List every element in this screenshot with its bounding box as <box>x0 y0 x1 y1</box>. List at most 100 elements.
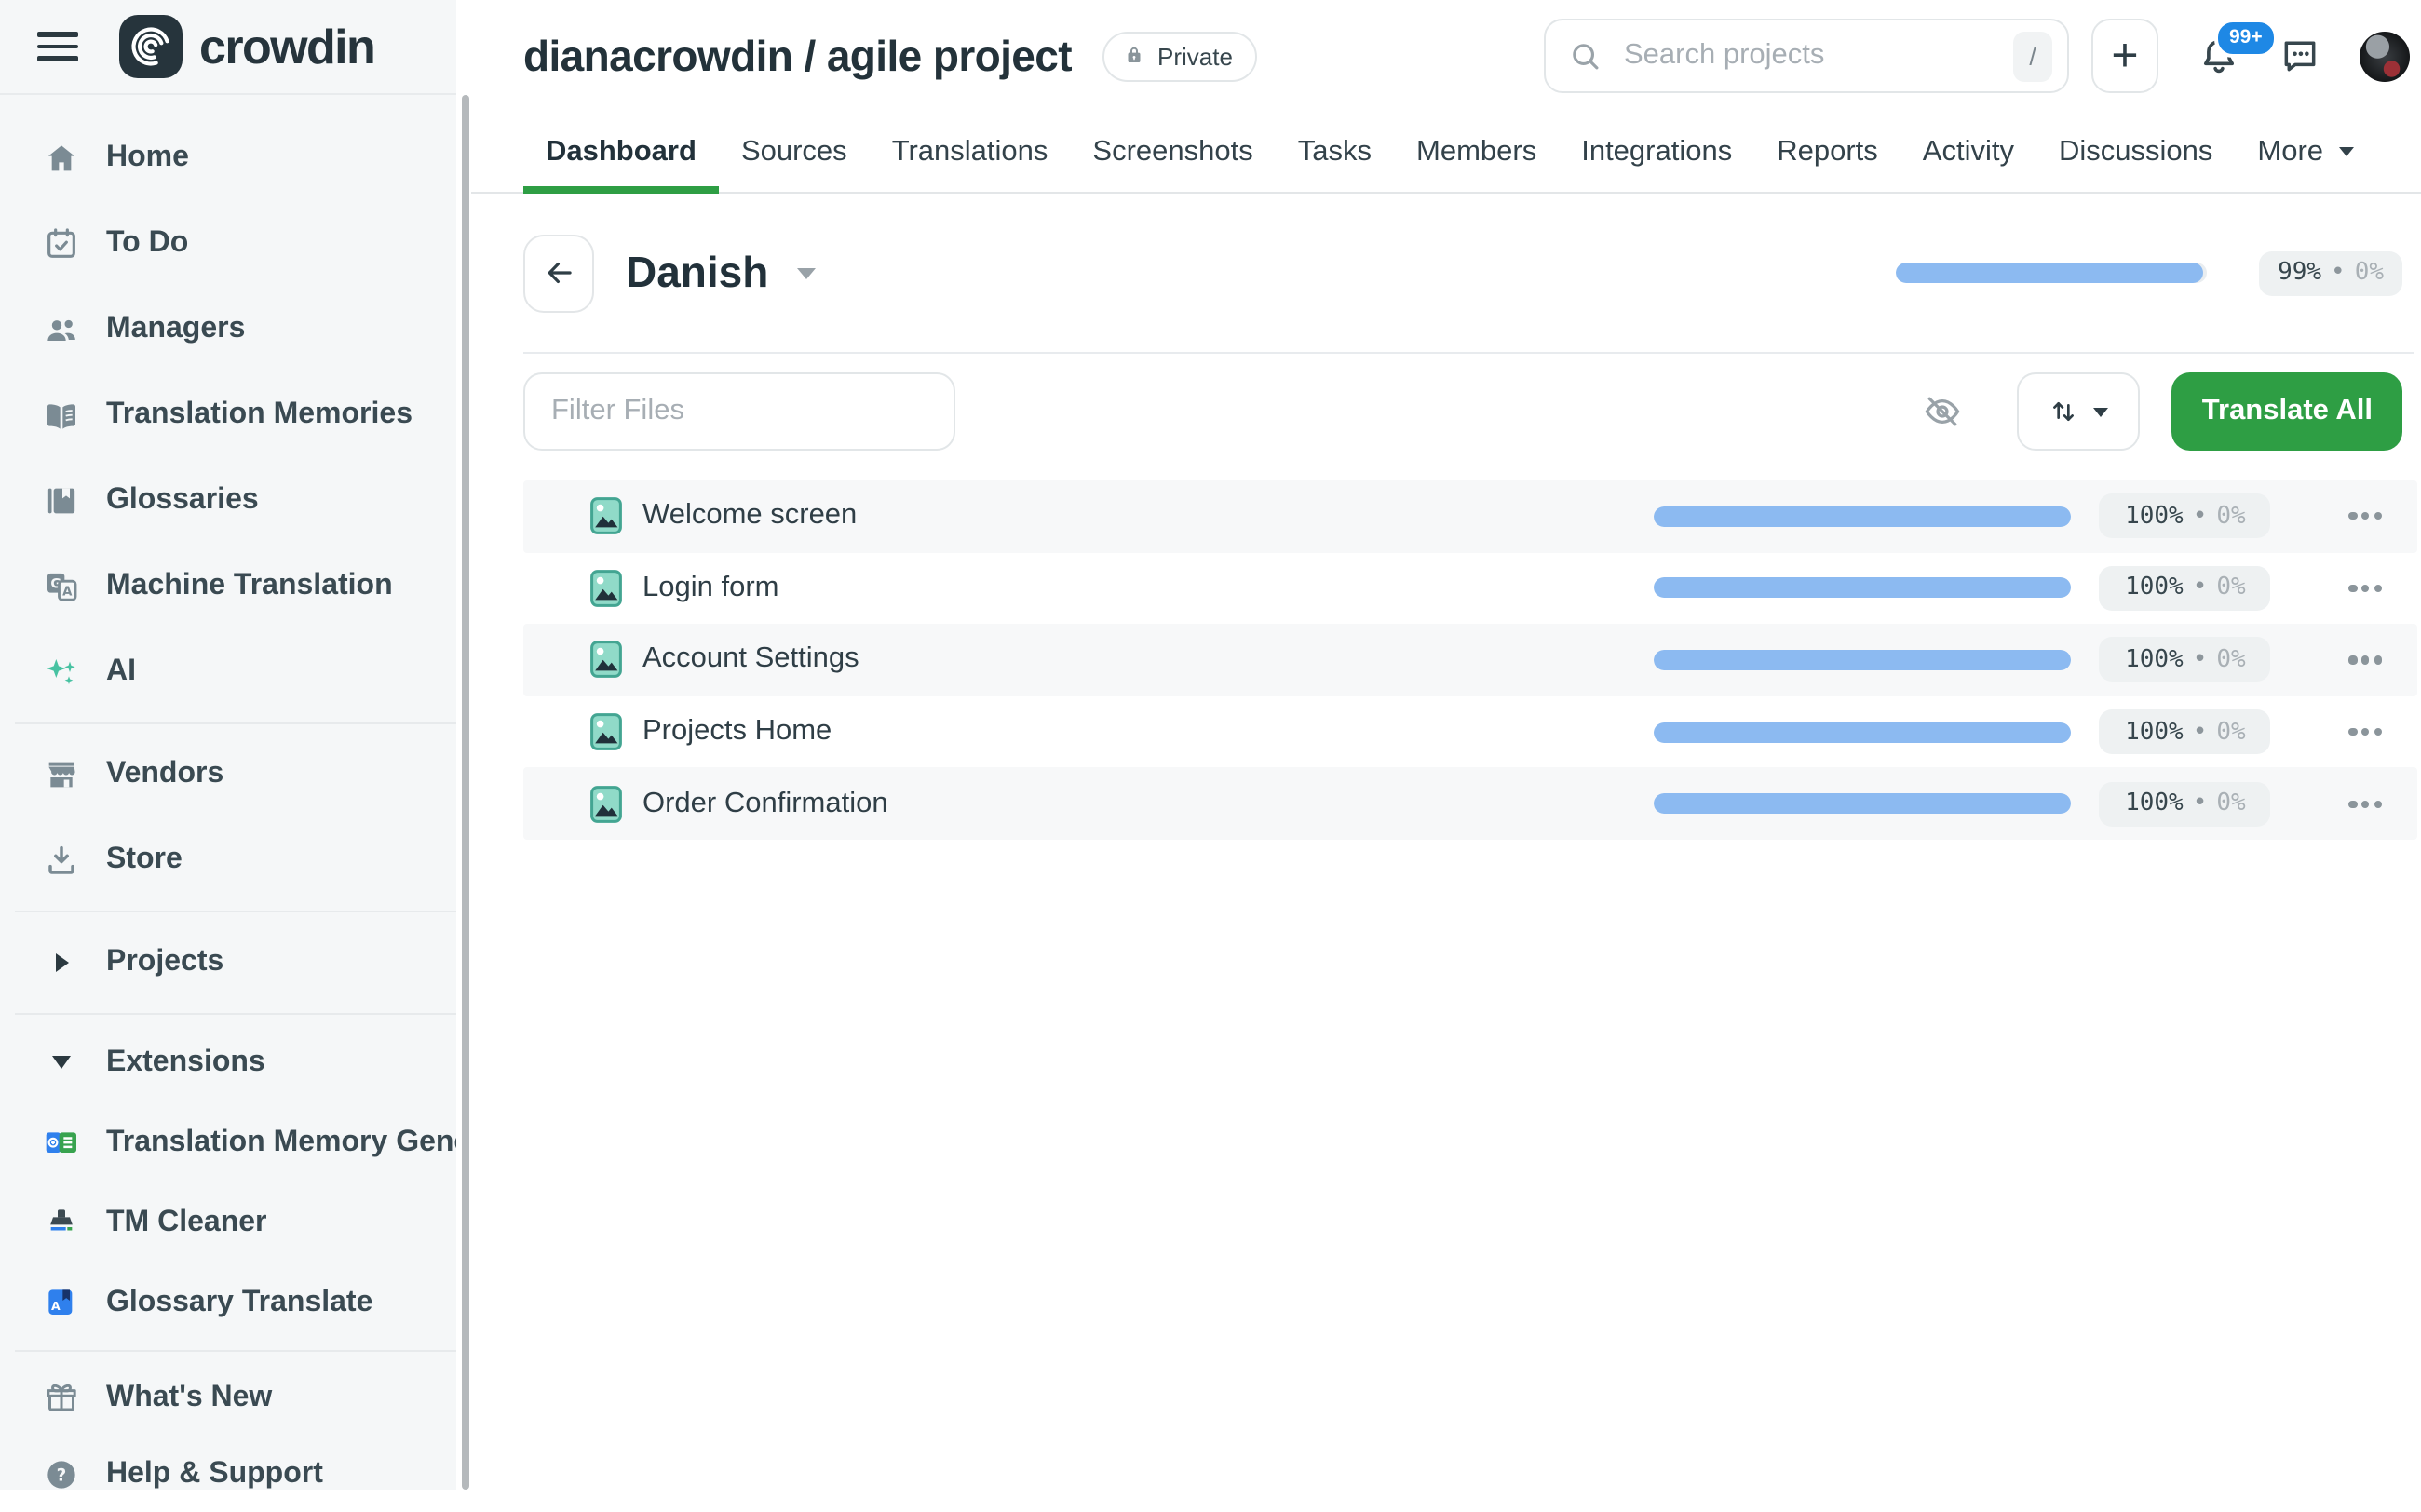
separator-dot: • <box>2193 790 2208 817</box>
sidebar-item-translation-memories[interactable]: Translation Memories <box>0 372 471 458</box>
tab-screenshots[interactable]: Screenshots <box>1070 112 1275 192</box>
file-row-order-confirmation[interactable]: Order Confirmation 100%•0% <box>523 768 2417 840</box>
crowdin-app: crowdin Home To Do Managers Translation … <box>0 0 2421 1490</box>
search-input[interactable] <box>1620 37 2013 74</box>
file-menu-button[interactable] <box>2349 721 2382 743</box>
tab-sources[interactable]: Sources <box>719 112 870 192</box>
tab-translations[interactable]: Translations <box>870 112 1071 192</box>
toggle-hidden-files-button[interactable] <box>1923 391 1964 432</box>
menu-icon[interactable] <box>37 32 78 61</box>
file-row-welcome-screen[interactable]: Welcome screen 100%•0% <box>523 480 2417 552</box>
translate-all-button[interactable]: Translate All <box>2172 372 2402 451</box>
lock-icon <box>1122 44 1144 68</box>
tm-generator-icon <box>43 1124 80 1161</box>
sidebar-item-store[interactable]: Store <box>0 817 471 903</box>
back-button[interactable] <box>523 234 594 312</box>
file-row-account-settings[interactable]: Account Settings 100%•0% <box>523 624 2417 695</box>
separator-dot: • <box>2193 718 2208 746</box>
tab-integrations[interactable]: Integrations <box>1559 112 1754 192</box>
tab-activity[interactable]: Activity <box>1900 112 2036 192</box>
sidebar-item-label: Machine Translation <box>106 570 393 603</box>
tab-more[interactable]: More <box>2235 112 2375 192</box>
crowdin-logo[interactable]: crowdin <box>119 15 374 78</box>
todo-calendar-icon <box>43 225 80 263</box>
file-name[interactable]: Login form <box>642 572 778 605</box>
file-progress-badge: 100%•0% <box>2100 494 2271 539</box>
sidebar-item-tm-generator[interactable]: Translation Memory Gene... <box>0 1102 471 1182</box>
language-dropdown-icon[interactable] <box>796 267 815 278</box>
eye-off-icon <box>1923 391 1964 432</box>
svg-text:?: ? <box>57 1465 67 1485</box>
sidebar-item-label: What's New <box>106 1381 272 1414</box>
file-menu-button[interactable] <box>2349 505 2382 527</box>
sidebar-scrollbar-thumb[interactable] <box>461 95 469 1490</box>
machine-translation-icon: GA <box>43 568 80 605</box>
sidebar-item-label: Projects <box>106 946 223 979</box>
sort-button[interactable] <box>2018 372 2141 451</box>
translated-percent: 100% <box>2125 718 2184 746</box>
sidebar-item-label: Vendors <box>106 758 223 791</box>
sidebar-item-label: Glossaries <box>106 484 259 518</box>
file-list: Welcome screen 100%•0% Login form 100%•0… <box>523 480 2417 840</box>
notifications-button[interactable]: 99+ <box>2198 34 2240 77</box>
language-header: Danish 99% • 0% <box>471 194 2421 352</box>
ai-sparkles-icon <box>43 654 80 691</box>
tab-more-label: More <box>2257 135 2323 169</box>
help-icon: ? <box>43 1455 80 1492</box>
sidebar-item-label: Managers <box>106 313 245 346</box>
file-name[interactable]: Account Settings <box>642 643 859 677</box>
file-progress-bar <box>1655 722 2072 742</box>
approved-percent: 0% <box>2216 646 2245 674</box>
user-avatar[interactable] <box>2360 31 2410 81</box>
translated-percent: 100% <box>2125 790 2184 817</box>
chevron-down-icon <box>2338 147 2353 156</box>
topbar-actions: / + 99+ <box>1544 19 2410 93</box>
filter-files-input[interactable] <box>523 372 955 451</box>
file-menu-button[interactable] <box>2349 577 2382 600</box>
separator-dot: • <box>2193 574 2208 602</box>
tab-reports[interactable]: Reports <box>1754 112 1900 192</box>
tab-members[interactable]: Members <box>1394 112 1559 192</box>
tab-dashboard[interactable]: Dashboard <box>523 112 719 192</box>
sidebar-item-todo[interactable]: To Do <box>0 201 471 287</box>
chevron-down-icon <box>2094 407 2109 416</box>
sidebar-item-glossaries[interactable]: Glossaries <box>0 458 471 544</box>
sidebar-item-label: AI <box>106 655 136 689</box>
file-progress-badge: 100%•0% <box>2100 638 2271 682</box>
sidebar-item-ai[interactable]: AI <box>0 629 471 715</box>
top-bar: dianacrowdin / agile project Private / +… <box>471 0 2421 112</box>
sidebar-item-whats-new[interactable]: What's New <box>0 1359 471 1436</box>
sidebar-item-projects[interactable]: Projects <box>0 920 471 1006</box>
sidebar-item-tm-cleaner[interactable]: TM Cleaner <box>0 1182 471 1262</box>
sidebar-section-extensions[interactable]: Extensions <box>0 1022 471 1102</box>
sidebar-item-glossary-translate[interactable]: A Glossary Translate <box>0 1262 471 1343</box>
file-menu-button[interactable] <box>2349 792 2382 815</box>
file-name[interactable]: Order Confirmation <box>642 787 888 820</box>
tab-discussions[interactable]: Discussions <box>2036 112 2235 192</box>
sidebar-item-vendors[interactable]: Vendors <box>0 732 471 817</box>
sidebar-item-help-support[interactable]: ? Help & Support <box>0 1436 471 1512</box>
project-breadcrumb[interactable]: dianacrowdin / agile project <box>523 31 1072 81</box>
search-icon <box>1568 38 1603 74</box>
file-menu-button[interactable] <box>2349 649 2382 671</box>
create-project-button[interactable]: + <box>2091 19 2158 93</box>
whats-new-gift-icon <box>43 1379 80 1416</box>
chevron-right-icon <box>43 944 80 981</box>
approved-percent: 0% <box>2216 574 2245 602</box>
sidebar-item-managers[interactable]: Managers <box>0 287 471 372</box>
sidebar-item-machine-translation[interactable]: GA Machine Translation <box>0 544 471 629</box>
sidebar-item-home[interactable]: Home <box>0 115 471 201</box>
file-row-login-form[interactable]: Login form 100%•0% <box>523 552 2417 624</box>
messages-button[interactable] <box>2279 35 2320 76</box>
file-name[interactable]: Projects Home <box>642 715 832 749</box>
file-row-projects-home[interactable]: Projects Home 100%•0% <box>523 696 2417 768</box>
language-title: Danish <box>626 248 768 298</box>
sidebar-divider <box>15 1350 456 1352</box>
file-progress-bar <box>1655 650 2072 670</box>
private-badge-label: Private <box>1157 42 1233 70</box>
tab-tasks[interactable]: Tasks <box>1276 112 1394 192</box>
sidebar-item-label: Translation Memory Gene... <box>106 1126 495 1159</box>
separator-dot: • <box>2193 503 2208 531</box>
file-name[interactable]: Welcome screen <box>642 500 857 533</box>
project-tabs: Dashboard Sources Translations Screensho… <box>471 112 2421 194</box>
